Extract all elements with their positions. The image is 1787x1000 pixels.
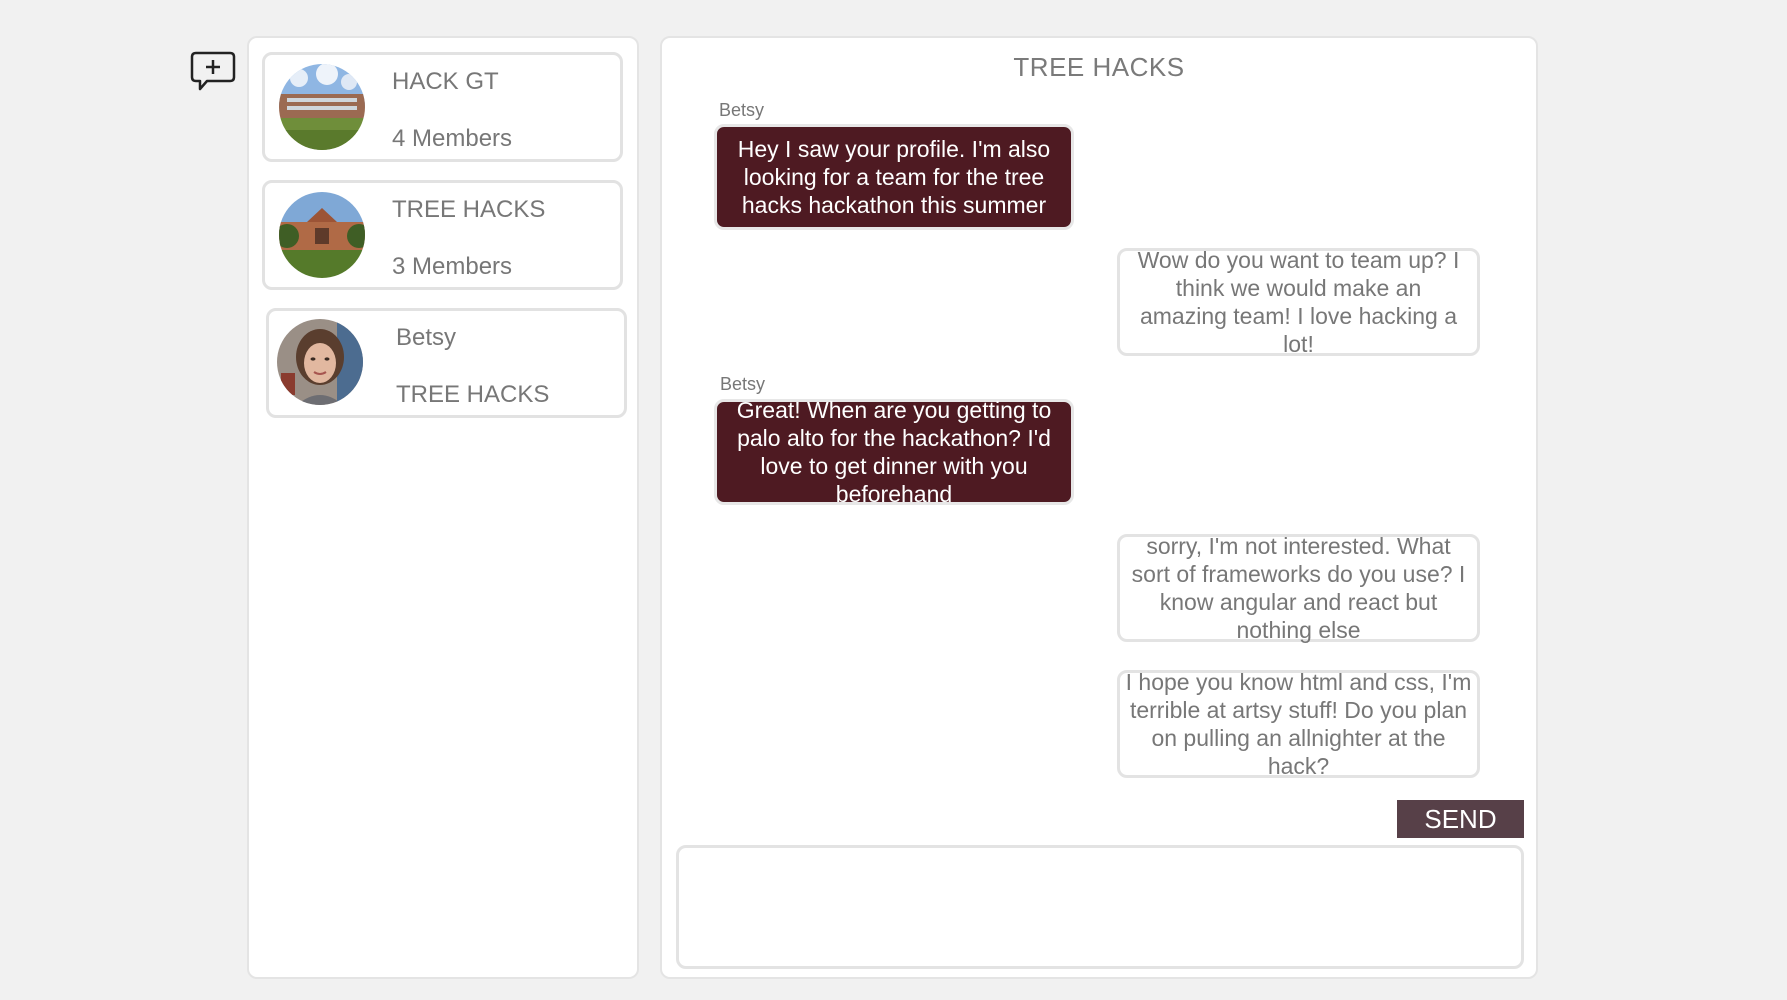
chat-panel: TREE HACKS Betsy Hey I saw your profile.… <box>660 36 1538 979</box>
group-avatar <box>279 192 365 278</box>
send-button[interactable]: SEND <box>1397 800 1524 838</box>
message-bubble-outgoing: I hope you know html and css, I'm terrib… <box>1117 669 1480 779</box>
message-input[interactable] <box>676 845 1524 969</box>
conversation-subtitle: 4 Members <box>392 125 513 152</box>
conversation-name: HACK GT <box>392 68 499 95</box>
message-sender: Betsy <box>719 100 765 120</box>
conversation-card-betsy[interactable]: Betsy TREE HACKS <box>266 308 627 418</box>
conversation-card-hack-gt[interactable]: HACK GT 4 Members <box>262 52 623 162</box>
message-sender: Betsy <box>720 374 766 394</box>
group-avatar <box>279 64 365 150</box>
conversation-subtitle: 3 Members <box>392 253 513 280</box>
message-bubble-outgoing: sorry, I'm not interested. What sort of … <box>1117 533 1480 643</box>
message-bubble-incoming: Great! When are you getting to palo alto… <box>714 397 1074 507</box>
message-bubble-incoming: Hey I saw your profile. I'm also looking… <box>714 124 1074 230</box>
conversation-name: TREE HACKS <box>392 196 546 223</box>
new-chat-icon[interactable] <box>190 50 236 94</box>
conversation-list: HACK GT 4 Members TREE HACKS 3 Members B… <box>247 36 639 979</box>
conversation-card-tree-hacks[interactable]: TREE HACKS 3 Members <box>262 180 623 290</box>
conversation-subtitle: TREE HACKS <box>396 381 550 408</box>
message-bubble-outgoing: Wow do you want to team up? I think we w… <box>1117 247 1480 357</box>
user-avatar <box>277 319 363 405</box>
conversation-name: Betsy <box>396 324 457 351</box>
chat-title: TREE HACKS <box>1013 52 1185 82</box>
